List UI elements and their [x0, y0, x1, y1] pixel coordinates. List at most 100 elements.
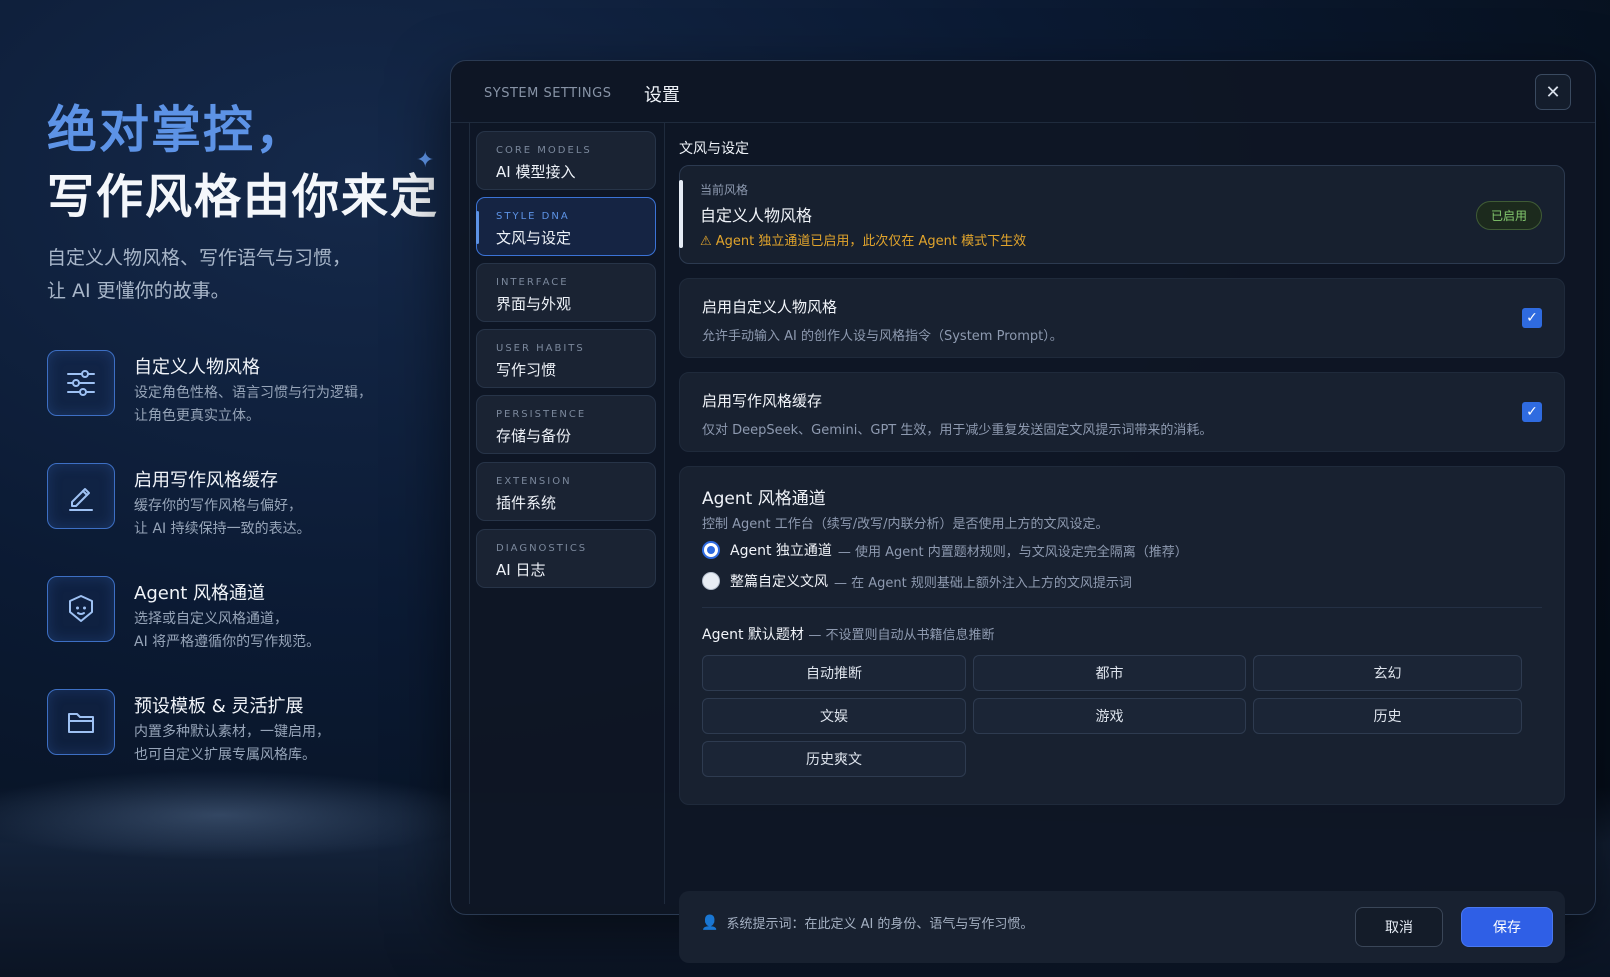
sidebar-item-interface[interactable]: INTERFACE 界面与外观	[476, 263, 656, 322]
sidebar-item-en: CORE MODELS	[496, 145, 592, 156]
sidebar-item-diagnostics[interactable]: DIAGNOSTICS AI 日志	[476, 529, 656, 588]
sidebar-item-label: 写作习惯	[496, 361, 557, 379]
feature-title: 预设模板 & 灵活扩展	[134, 696, 304, 717]
radio-hint: — 在 Agent 规则基础上额外注入上方的文风提示词	[834, 575, 1132, 591]
close-button[interactable]: ✕	[1535, 74, 1571, 110]
settings-content: 文风与设定 当前风格 自定义人物风格 ⚠ Agent 独立通道已启用，此次仅在 …	[679, 123, 1565, 963]
radio-button[interactable]	[702, 572, 720, 590]
system-prompt-text: 系统提示词：在此定义 AI 的身份、语气与写作习惯。	[726, 917, 1034, 932]
feature-item: 预设模板 & 灵活扩展 内置多种默认素材，一键启用， 也可自定义扩展专属风格库。	[47, 687, 437, 800]
sidebar-item-label: 存储与备份	[496, 427, 572, 445]
genre-chip-auto[interactable]: 自动推断	[702, 655, 966, 691]
folder-icon	[47, 689, 115, 755]
sidebar-item-label: 插件系统	[496, 494, 557, 512]
toggle-desc: 仅对 DeepSeek、Gemini、GPT 生效，用于减少重复发送固定文风提示…	[702, 423, 1213, 438]
feature-title: 自定义人物风格	[134, 357, 260, 378]
radio-hint: — 使用 Agent 内置题材规则，与文风设定完全隔离（推荐）	[837, 544, 1188, 560]
feature-desc: 设定角色性格、语言习惯与行为逻辑， 让角色更真实立体。	[134, 382, 434, 428]
sidebar-item-label: AI 模型接入	[496, 163, 576, 181]
feature-desc-line1: 缓存你的写作风格与偏好，	[134, 498, 302, 514]
feature-title: 启用写作风格缓存	[134, 470, 278, 491]
feature-desc-line2: AI 将严格遵循你的写作规范。	[134, 634, 321, 650]
genre-chip-urban[interactable]: 都市	[973, 655, 1246, 691]
system-prompt-hint: 👤 系统提示词：在此定义 AI 的身份、语气与写作习惯。	[701, 913, 1034, 933]
custom-style-checkbox[interactable]: ✓	[1522, 308, 1542, 328]
agent-channel-desc: 控制 Agent 工作台（续写/改写/内联分析）是否使用上方的文风设定。	[702, 517, 1109, 532]
feature-item: 自定义人物风格 设定角色性格、语言习惯与行为逻辑， 让角色更真实立体。	[47, 348, 437, 461]
sliders-icon	[47, 350, 115, 416]
person-icon: 👤	[701, 914, 719, 931]
sidebar-item-label: AI 日志	[496, 561, 546, 579]
check-icon: ✓	[1526, 310, 1538, 326]
genre-chip-history-shuangwen[interactable]: 历史爽文	[702, 741, 966, 777]
current-style-label: 当前风格	[700, 183, 749, 197]
panel-footer: 👤 系统提示词：在此定义 AI 的身份、语气与写作习惯。 取消 保存	[679, 891, 1565, 963]
shield-face-icon	[47, 576, 115, 642]
feature-desc-line1: 设定角色性格、语言习惯与行为逻辑，	[134, 385, 372, 401]
style-cache-toggle-card: 启用写作风格缓存 仅对 DeepSeek、Gemini、GPT 生效，用于减少重…	[679, 372, 1565, 452]
sidebar-item-en: STYLE DNA	[496, 211, 570, 222]
feature-item: Agent 风格通道 选择或自定义风格通道， AI 将严格遵循你的写作规范。	[47, 574, 437, 687]
sidebar-item-user-habits[interactable]: USER HABITS 写作习惯	[476, 329, 656, 388]
system-settings-label: SYSTEM SETTINGS	[484, 86, 612, 101]
current-style-warning: ⚠ Agent 独立通道已启用，此次仅在 Agent 模式下生效	[700, 234, 1027, 249]
hero-subtitle-line1: 自定义人物风格、写作语气与习惯，	[47, 247, 352, 269]
panel-title: 设置	[644, 85, 680, 106]
settings-panel: SYSTEM SETTINGS 设置 ✕ CORE MODELS AI 模型接入…	[450, 60, 1596, 963]
genre-chip-entertainment[interactable]: 文娱	[702, 698, 966, 734]
sidebar-item-en: PERSISTENCE	[496, 409, 587, 420]
cancel-button[interactable]: 取消	[1355, 907, 1443, 947]
sidebar-item-label: 文风与设定	[496, 229, 572, 247]
sidebar-item-en: DIAGNOSTICS	[496, 543, 588, 554]
feature-desc-line2: 让角色更真实立体。	[134, 408, 260, 424]
feature-title: Agent 风格通道	[134, 583, 266, 604]
feature-desc-line1: 内置多种默认素材，一键启用，	[134, 724, 330, 740]
feature-desc-line2: 也可自定义扩展专属风格库。	[134, 747, 316, 763]
genre-chip-game[interactable]: 游戏	[973, 698, 1246, 734]
feature-desc-line1: 选择或自定义风格通道，	[134, 611, 288, 627]
genre-chip-fantasy[interactable]: 玄幻	[1253, 655, 1522, 691]
genre-title-label: Agent 默认题材	[702, 627, 804, 643]
sidebar-item-en: EXTENSION	[496, 476, 572, 487]
pen-icon	[47, 463, 115, 529]
feature-desc: 内置多种默认素材，一键启用， 也可自定义扩展专属风格库。	[134, 721, 434, 767]
hero-subtitle-line2: 让 AI 更懂你的故事。	[47, 280, 230, 302]
sidebar-item-core-models[interactable]: CORE MODELS AI 模型接入	[476, 131, 656, 190]
hero-title-line2: 写作风格由你来定	[47, 170, 439, 225]
sidebar-item-extension[interactable]: EXTENSION 插件系统	[476, 462, 656, 521]
sidebar-item-en: INTERFACE	[496, 277, 569, 288]
feature-desc: 缓存你的写作风格与偏好， 让 AI 持续保持一致的表达。	[134, 495, 434, 541]
hero-title-line1: 绝对掌控，	[47, 101, 307, 159]
feature-list: 自定义人物风格 设定角色性格、语言习惯与行为逻辑， 让角色更真实立体。 启用写作…	[47, 348, 437, 800]
toggle-title: 启用自定义人物风格	[702, 298, 838, 316]
hero: 绝对掌控， 写作风格由你来定 自定义人物风格、写作语气与习惯， 让 AI 更懂你…	[47, 98, 447, 308]
toggle-desc: 允许手动输入 AI 的创作人设与风格指令（System Prompt）。	[702, 329, 1063, 344]
radio-full-custom[interactable]: 整篇自定义文风 — 在 Agent 规则基础上额外注入上方的文风提示词	[702, 570, 1132, 592]
divider	[702, 607, 1542, 608]
agent-channel-title: Agent 风格通道	[702, 489, 826, 509]
feature-item: 启用写作风格缓存 缓存你的写作风格与偏好， 让 AI 持续保持一致的表达。	[47, 461, 437, 574]
sidebar-item-persistence[interactable]: PERSISTENCE 存储与备份	[476, 395, 656, 454]
radio-button[interactable]	[702, 541, 720, 559]
style-cache-checkbox[interactable]: ✓	[1522, 402, 1542, 422]
sidebar-item-style-dna[interactable]: STYLE DNA 文风与设定	[476, 197, 656, 256]
feature-desc-line2: 让 AI 持续保持一致的表达。	[134, 521, 311, 537]
radio-label: 整篇自定义文风	[730, 574, 828, 590]
agent-channel-card: Agent 风格通道 控制 Agent 工作台（续写/改写/内联分析）是否使用上…	[679, 466, 1565, 805]
genre-chip-history[interactable]: 历史	[1253, 698, 1522, 734]
close-icon: ✕	[1545, 81, 1561, 103]
save-button[interactable]: 保存	[1461, 907, 1553, 947]
sidebar-item-label: 界面与外观	[496, 295, 572, 313]
genre-title: Agent 默认题材 — 不设置则自动从书籍信息推断	[702, 624, 994, 644]
panel-header: SYSTEM SETTINGS 设置 ✕	[451, 61, 1595, 123]
radio-agent-independent[interactable]: Agent 独立通道 — 使用 Agent 内置题材规则，与文风设定完全隔离（推…	[702, 539, 1188, 561]
toggle-title: 启用写作风格缓存	[702, 392, 823, 410]
radio-label: Agent 独立通道	[730, 543, 832, 559]
current-style-card: 当前风格 自定义人物风格 ⚠ Agent 独立通道已启用，此次仅在 Agent …	[679, 165, 1565, 264]
sparkle-icon: ✦	[416, 148, 435, 173]
check-icon: ✓	[1526, 404, 1538, 420]
genre-title-hint: — 不设置则自动从书籍信息推断	[808, 628, 995, 643]
sidebar-item-en: USER HABITS	[496, 343, 585, 354]
section-title: 文风与设定	[679, 141, 749, 157]
status-badge: 已启用	[1475, 201, 1542, 230]
